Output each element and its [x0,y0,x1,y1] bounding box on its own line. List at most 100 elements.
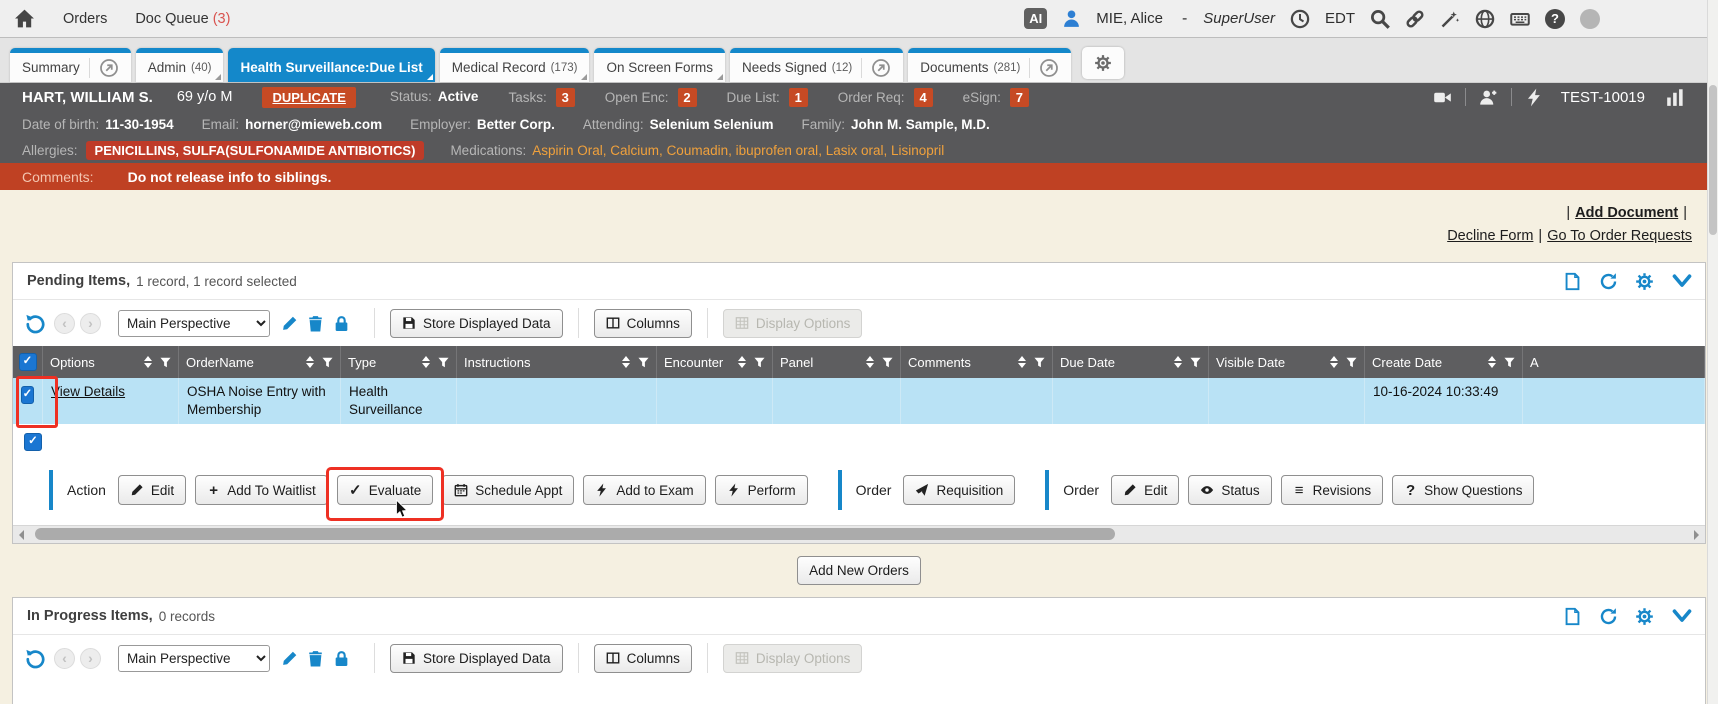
filter-funnel-icon[interactable] [1034,357,1045,368]
column-header-instructions[interactable]: Instructions [457,346,657,378]
gear-icon[interactable] [1635,272,1654,291]
status-button[interactable]: Status [1188,475,1271,505]
filter-funnel-icon[interactable] [638,357,649,368]
column-header-ordername[interactable]: OrderName [179,346,341,378]
sort-icon[interactable] [422,356,430,368]
sort-icon[interactable] [306,356,314,368]
duplicate-badge[interactable]: DUPLICATE [262,87,355,108]
keyboard-icon[interactable] [1510,9,1530,29]
pencil_blue-icon[interactable] [281,315,298,332]
chevron-icon[interactable] [1671,270,1693,292]
perform-button[interactable]: Perform [715,475,808,505]
add-to-exam-button[interactable]: Add to Exam [583,475,705,505]
tab-summary[interactable]: Summary [10,48,131,82]
vertical-scrollbar[interactable] [1707,0,1718,704]
filter-funnel-icon[interactable] [1504,357,1515,368]
allergies-badge[interactable]: PENICILLINS, SULFA(SULFONAMIDE ANTIBIOTI… [86,141,425,160]
sort-icon[interactable] [1018,356,1026,368]
in-progress-prev-perspective-button[interactable]: ‹ [54,648,75,669]
pending-store-displayed-data-button[interactable]: Store Displayed Data [390,309,563,338]
go-to-order-requests-link[interactable]: Go To Order Requests [1547,228,1692,244]
refresh-icon[interactable] [1599,272,1618,291]
clock-icon[interactable] [1290,9,1310,29]
column-header-comments[interactable]: Comments [901,346,1053,378]
counter-badge[interactable]: 3 [556,88,575,107]
tab-documents[interactable]: Documents(281) [908,48,1071,82]
pending-prev-perspective-button[interactable]: ‹ [54,313,75,334]
patient-name[interactable]: HART, WILLIAM S. [22,89,153,106]
schedule-appt-button[interactable]: Schedule Appt [442,475,574,505]
filter-funnel-icon[interactable] [1190,357,1201,368]
column-header-options[interactable]: Options [43,346,179,378]
filter-funnel-icon[interactable] [322,357,333,368]
in-progress-columns-button[interactable]: Columns [594,644,692,673]
filter-funnel-icon[interactable] [438,357,449,368]
breadcrumb-doc-queue[interactable]: Doc Queue(3) [135,11,230,27]
gear-icon[interactable] [1635,607,1654,626]
refresh-icon[interactable] [1599,607,1618,626]
filter-funnel-icon[interactable] [1346,357,1357,368]
filter-funnel-icon[interactable] [160,357,171,368]
bottom-row-checkbox[interactable]: ✓ [24,433,42,451]
sort-icon[interactable] [622,356,630,368]
ai-badge[interactable]: AI [1024,8,1047,29]
link-icon[interactable] [1405,9,1425,29]
add-user-icon[interactable] [1466,88,1511,107]
bar-chart-icon[interactable] [1653,88,1698,107]
medication-link[interactable]: Aspirin Oral [532,143,603,158]
counter-badge[interactable]: 2 [678,88,697,107]
tab-settings-button[interactable] [1082,47,1124,79]
edit-button[interactable]: Edit [1111,475,1179,505]
scroll-left-arrow[interactable] [13,526,30,543]
column-header-panel[interactable]: Panel [773,346,901,378]
pencil_blue-icon[interactable] [281,650,298,667]
counter-badge[interactable]: 4 [914,88,933,107]
medication-link[interactable]: Lisinopril [891,143,944,158]
reset-icon[interactable] [25,313,46,334]
pending-perspective-select[interactable]: Main Perspective [118,310,270,337]
pending-columns-button[interactable]: Columns [594,309,692,338]
view-details-link[interactable]: View Details [51,384,125,399]
add-to-waitlist-button[interactable]: +Add To Waitlist [195,475,328,505]
sort-icon[interactable] [1330,356,1338,368]
horizontal-scrollbar[interactable] [13,525,1705,543]
counter-badge[interactable]: 1 [789,88,808,107]
column-header-type[interactable]: Type [341,346,457,378]
sort-icon[interactable] [1488,356,1496,368]
column-header-a[interactable]: A [1523,346,1705,378]
medication-link[interactable]: Coumadin [667,143,729,158]
decline-form-link[interactable]: Decline Form [1447,228,1533,244]
tab-admin[interactable]: Admin(40) [136,48,224,82]
file-icon[interactable] [1563,607,1582,626]
medication-link[interactable]: Lasix oral [826,143,884,158]
scrollbar-thumb[interactable] [35,528,1115,540]
column-header-visible-date[interactable]: Visible Date [1209,346,1365,378]
trash-icon[interactable] [307,650,324,667]
sort-icon[interactable] [866,356,874,368]
globe-icon[interactable] [1475,9,1495,29]
breadcrumb-orders[interactable]: Orders [63,11,107,27]
column-header-encounter[interactable]: Encounter [657,346,773,378]
sort-icon[interactable] [738,356,746,368]
help-icon[interactable]: ? [1545,9,1565,29]
external-link-icon[interactable] [1029,58,1059,78]
in-progress-store-displayed-data-button[interactable]: Store Displayed Data [390,644,563,673]
video-camera-icon[interactable] [1420,88,1465,107]
table-row[interactable]: ✓View DetailsOSHA Noise Entry with Membe… [13,378,1705,424]
external-link-icon[interactable] [89,58,119,78]
scroll-right-arrow[interactable] [1688,526,1705,543]
counter-badge[interactable]: 7 [1010,88,1029,107]
in-progress-next-perspective-button[interactable]: › [80,648,101,669]
tab-health-surveillance-due-list[interactable]: Health Surveillance:Due List [228,48,434,82]
tab-medical-record[interactable]: Medical Record(173) [440,48,590,82]
tab-on-screen-forms[interactable]: On Screen Forms [594,48,725,82]
row-checkbox[interactable]: ✓ [21,386,34,404]
external-link-icon[interactable] [861,58,891,78]
column-header-create-date[interactable]: Create Date [1365,346,1523,378]
pending-next-perspective-button[interactable]: › [80,313,101,334]
add-document-link[interactable]: Add Document [1575,205,1678,221]
edit-button[interactable]: Edit [118,475,186,505]
search-icon[interactable] [1370,9,1390,29]
home-icon[interactable] [14,8,35,29]
medication-link[interactable]: ibuprofen oral [736,143,819,158]
